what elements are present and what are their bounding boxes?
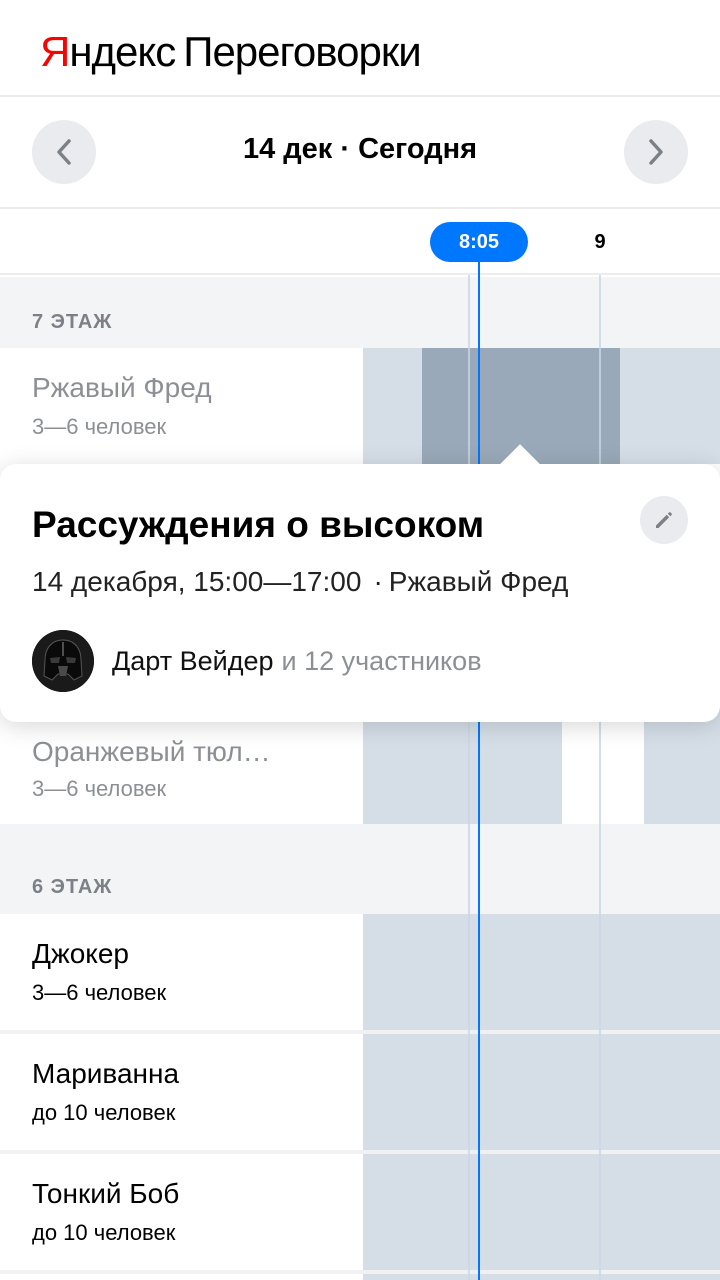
room-row-tonkiy-bob[interactable]: Тонкий Боб до 10 человек	[0, 1154, 720, 1270]
organizer-avatar	[32, 630, 94, 692]
room-row-rzhavyi-fred[interactable]: Ржавый Фред 3—6 человек	[0, 348, 720, 464]
chevron-right-icon	[649, 139, 663, 165]
room-capacity: 3—6 человек	[32, 980, 167, 1005]
room-name: Ржавый Фред	[32, 372, 212, 403]
event-title: Рассуждения о высоком	[32, 504, 485, 545]
room-row-oranzhevyi[interactable]: Оранжевый тюл… 3—6 человек	[0, 708, 720, 824]
room-row-dzhoker[interactable]: Джокер 3—6 человек	[0, 914, 720, 1030]
room-info[interactable]: Ржавый Фред 3—6 человек	[0, 348, 362, 464]
room-capacity: 3—6 человек	[32, 414, 167, 439]
organizer-name: Дарт Вейдер	[112, 645, 274, 676]
event-details-card[interactable]: Рассуждения о высоком 14 декабря, 15:00—…	[0, 444, 720, 722]
app-header: Яндекс Переговорки	[0, 0, 720, 97]
organizer-row[interactable]: Дарт Вейдер и 12 участников	[32, 630, 482, 692]
room-info[interactable]: Оранжевый тюл… 3—6 человек	[0, 708, 362, 824]
half-hour-gridline	[468, 275, 470, 1280]
darth-vader-avatar-icon	[32, 630, 94, 692]
logo-rest: ндекс	[69, 28, 176, 75]
room-timeline[interactable]	[363, 914, 720, 1030]
current-time-line	[478, 255, 480, 1280]
free-time-slot[interactable]	[562, 708, 644, 824]
room-timeline	[363, 1274, 720, 1280]
participants-count[interactable]: и 12 участников	[282, 646, 482, 677]
floor-label: 7 ЭТАЖ	[32, 311, 113, 333]
room-capacity: до 10 человек	[32, 1100, 176, 1125]
room-info[interactable]: Мариванна до 10 человек	[0, 1034, 362, 1150]
next-day-button[interactable]	[624, 120, 688, 184]
room-info[interactable]: Тонкий Боб до 10 человек	[0, 1154, 362, 1270]
date-navigation: 14 дек · Сегодня	[0, 97, 720, 209]
event-room: Ржавый Фред	[388, 566, 569, 597]
meta-separator: ·	[373, 566, 383, 597]
room-name: Мариванна	[32, 1058, 180, 1089]
room-timeline[interactable]	[363, 708, 720, 824]
room-name: Оранжевый тюл…	[32, 736, 271, 767]
event-meta: 14 декабря, 15:00—17:00 · Ржавый Фред	[32, 566, 568, 598]
floor-header-6: 6 ЭТАЖ	[0, 824, 720, 914]
room-name: Джокер	[32, 938, 129, 969]
room-timeline[interactable]	[363, 348, 720, 464]
floor-label: 6 ЭТАЖ	[32, 876, 113, 898]
room-capacity: 3—6 человек	[32, 776, 167, 801]
product-name: Переговорки	[183, 28, 421, 75]
room-name: Тонкий Боб	[32, 1178, 180, 1209]
floor-header-7: 7 ЭТАЖ	[0, 277, 720, 348]
room-timeline[interactable]	[363, 1154, 720, 1270]
current-date-label: 14 дек · Сегодня	[242, 133, 478, 165]
yandex-logo[interactable]: Яндекс Переговорки	[40, 28, 422, 76]
room-info[interactable]: Джокер 3—6 человек	[0, 914, 362, 1030]
pencil-icon	[656, 512, 672, 528]
edit-event-button[interactable]	[640, 496, 688, 544]
time-axis: 8:05 9	[0, 209, 720, 275]
room-row-next	[0, 1274, 720, 1280]
room-capacity: до 10 человек	[32, 1220, 176, 1245]
room-timeline[interactable]	[363, 1034, 720, 1150]
hour-label: 9	[594, 231, 606, 253]
logo-first-letter: Я	[40, 28, 70, 75]
hour-gridline	[599, 275, 601, 1280]
room-row-marivanna[interactable]: Мариванна до 10 человек	[0, 1034, 720, 1150]
event-date-time: 14 декабря, 15:00—17:00	[32, 566, 362, 597]
